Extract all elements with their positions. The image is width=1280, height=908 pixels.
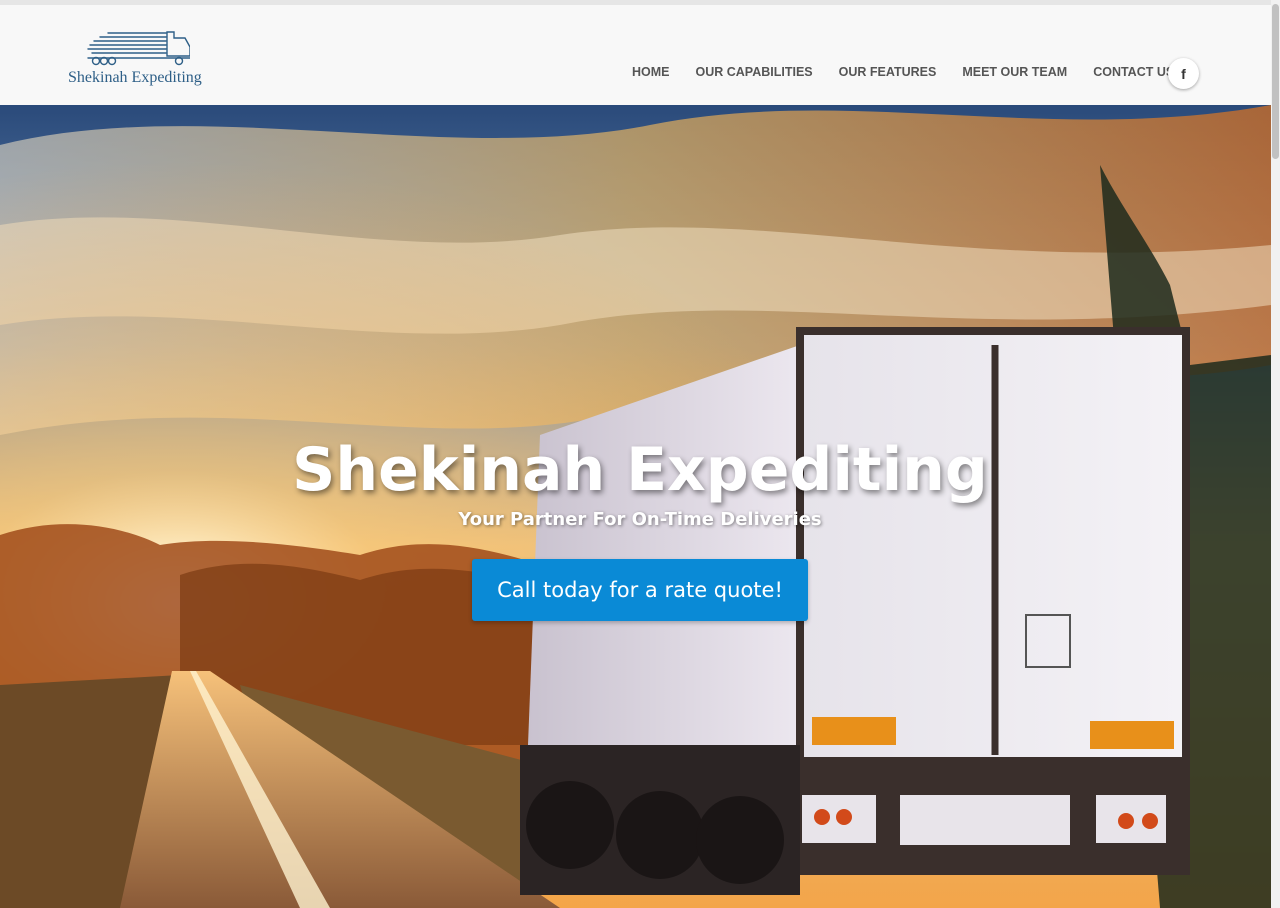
site-logo[interactable]: Shekinah Expediting: [68, 27, 210, 93]
hero-background-image: [0, 105, 1271, 908]
hero-section: Shekinah Expediting Your Partner For On-…: [0, 105, 1271, 908]
page-scrollbar[interactable]: [1271, 0, 1280, 908]
nav-our-features[interactable]: OUR FEATURES: [839, 65, 937, 79]
nav-home[interactable]: HOME: [632, 65, 670, 79]
main-nav: HOME OUR CAPABILITIES OUR FEATURES MEET …: [619, 65, 1187, 79]
nav-contact-us[interactable]: CONTACT US: [1093, 65, 1174, 79]
nav-meet-our-team[interactable]: MEET OUR TEAM: [962, 65, 1067, 79]
facebook-icon: f: [1181, 65, 1186, 82]
hero-title: Shekinah Expediting: [292, 435, 988, 505]
site-header: Shekinah Expediting HOME OUR CAPABILITIE…: [0, 5, 1280, 105]
truck-icon: [87, 31, 190, 66]
logo-text: Shekinah Expediting: [68, 69, 202, 86]
facebook-button[interactable]: f: [1168, 58, 1199, 89]
rate-quote-button[interactable]: Call today for a rate quote!: [472, 559, 808, 621]
hero-subtitle: Your Partner For On-Time Deliveries: [458, 509, 822, 530]
scrollbar-thumb[interactable]: [1272, 4, 1279, 159]
nav-our-capabilities[interactable]: OUR CAPABILITIES: [696, 65, 813, 79]
